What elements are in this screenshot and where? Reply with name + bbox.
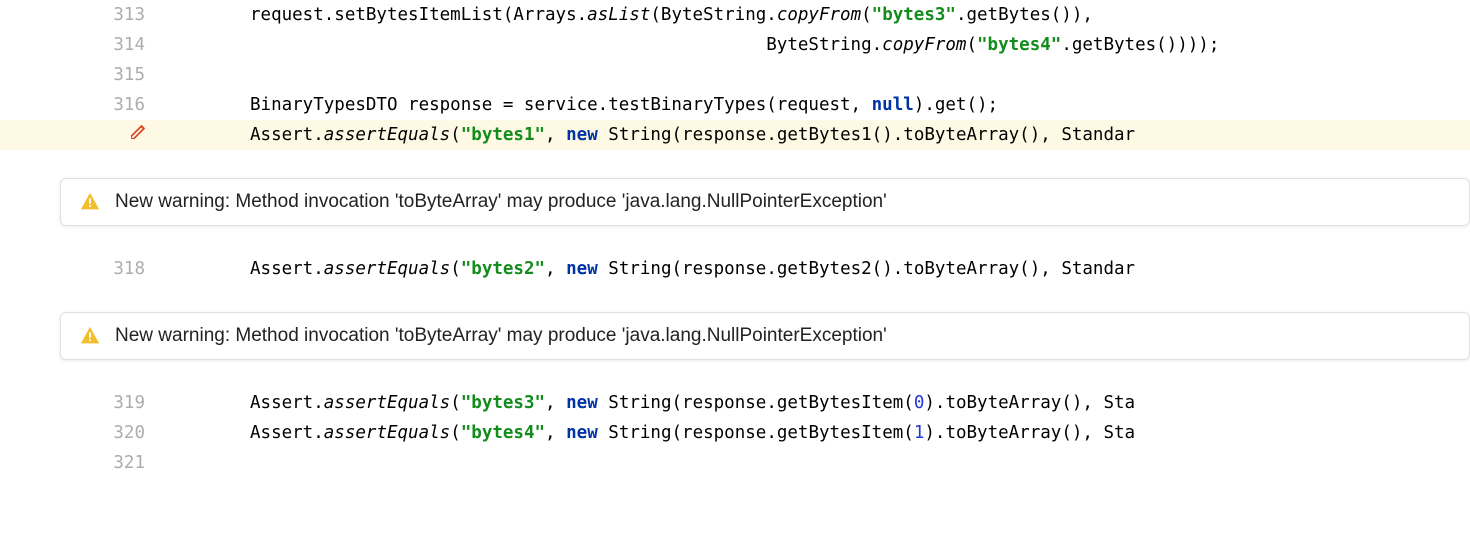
code-content: ByteString.copyFrom("bytes4".getBytes())…	[250, 30, 1219, 60]
pencil-icon	[129, 125, 145, 146]
warning-text: New warning: Method invocation 'toByteAr…	[115, 325, 887, 347]
code-line[interactable]: 315	[0, 60, 1470, 90]
code-content: Assert.assertEquals("bytes4", new String…	[250, 418, 1135, 448]
code-content: Assert.assertEquals("bytes3", new String…	[250, 388, 1135, 418]
line-number: 318	[0, 254, 165, 284]
code-line[interactable]: 316 BinaryTypesDTO response = service.te…	[0, 90, 1470, 120]
warning-text: New warning: Method invocation 'toByteAr…	[115, 191, 887, 213]
line-number: 321	[0, 448, 165, 478]
code-content: request.setBytesItemList(Arrays.asList(B…	[250, 0, 1093, 30]
code-line-edited[interactable]: Assert.assertEquals("bytes1", new String…	[0, 120, 1470, 150]
line-number: 315	[0, 60, 165, 90]
line-number: 314	[0, 30, 165, 60]
line-number: 319	[0, 388, 165, 418]
line-number: 313	[0, 0, 165, 30]
code-line[interactable]: 321	[0, 448, 1470, 478]
warning-box[interactable]: New warning: Method invocation 'toByteAr…	[60, 178, 1470, 226]
code-viewer: 313 request.setBytesItemList(Arrays.asLi…	[0, 0, 1470, 478]
code-content: BinaryTypesDTO response = service.testBi…	[250, 90, 998, 120]
code-line[interactable]: 314 ByteString.copyFrom("bytes4".getByte…	[0, 30, 1470, 60]
line-number: 316	[0, 90, 165, 120]
code-line[interactable]: 318 Assert.assertEquals("bytes2", new St…	[0, 254, 1470, 284]
code-content: Assert.assertEquals("bytes1", new String…	[250, 120, 1135, 150]
warning-box[interactable]: New warning: Method invocation 'toByteAr…	[60, 312, 1470, 360]
code-line[interactable]: 320 Assert.assertEquals("bytes4", new St…	[0, 418, 1470, 448]
warning-icon	[79, 191, 101, 213]
code-content: Assert.assertEquals("bytes2", new String…	[250, 254, 1135, 284]
line-number: 320	[0, 418, 165, 448]
code-line[interactable]: 319 Assert.assertEquals("bytes3", new St…	[0, 388, 1470, 418]
code-line[interactable]: 313 request.setBytesItemList(Arrays.asLi…	[0, 0, 1470, 30]
warning-icon	[79, 325, 101, 347]
gutter-edit-indicator[interactable]	[0, 120, 165, 150]
